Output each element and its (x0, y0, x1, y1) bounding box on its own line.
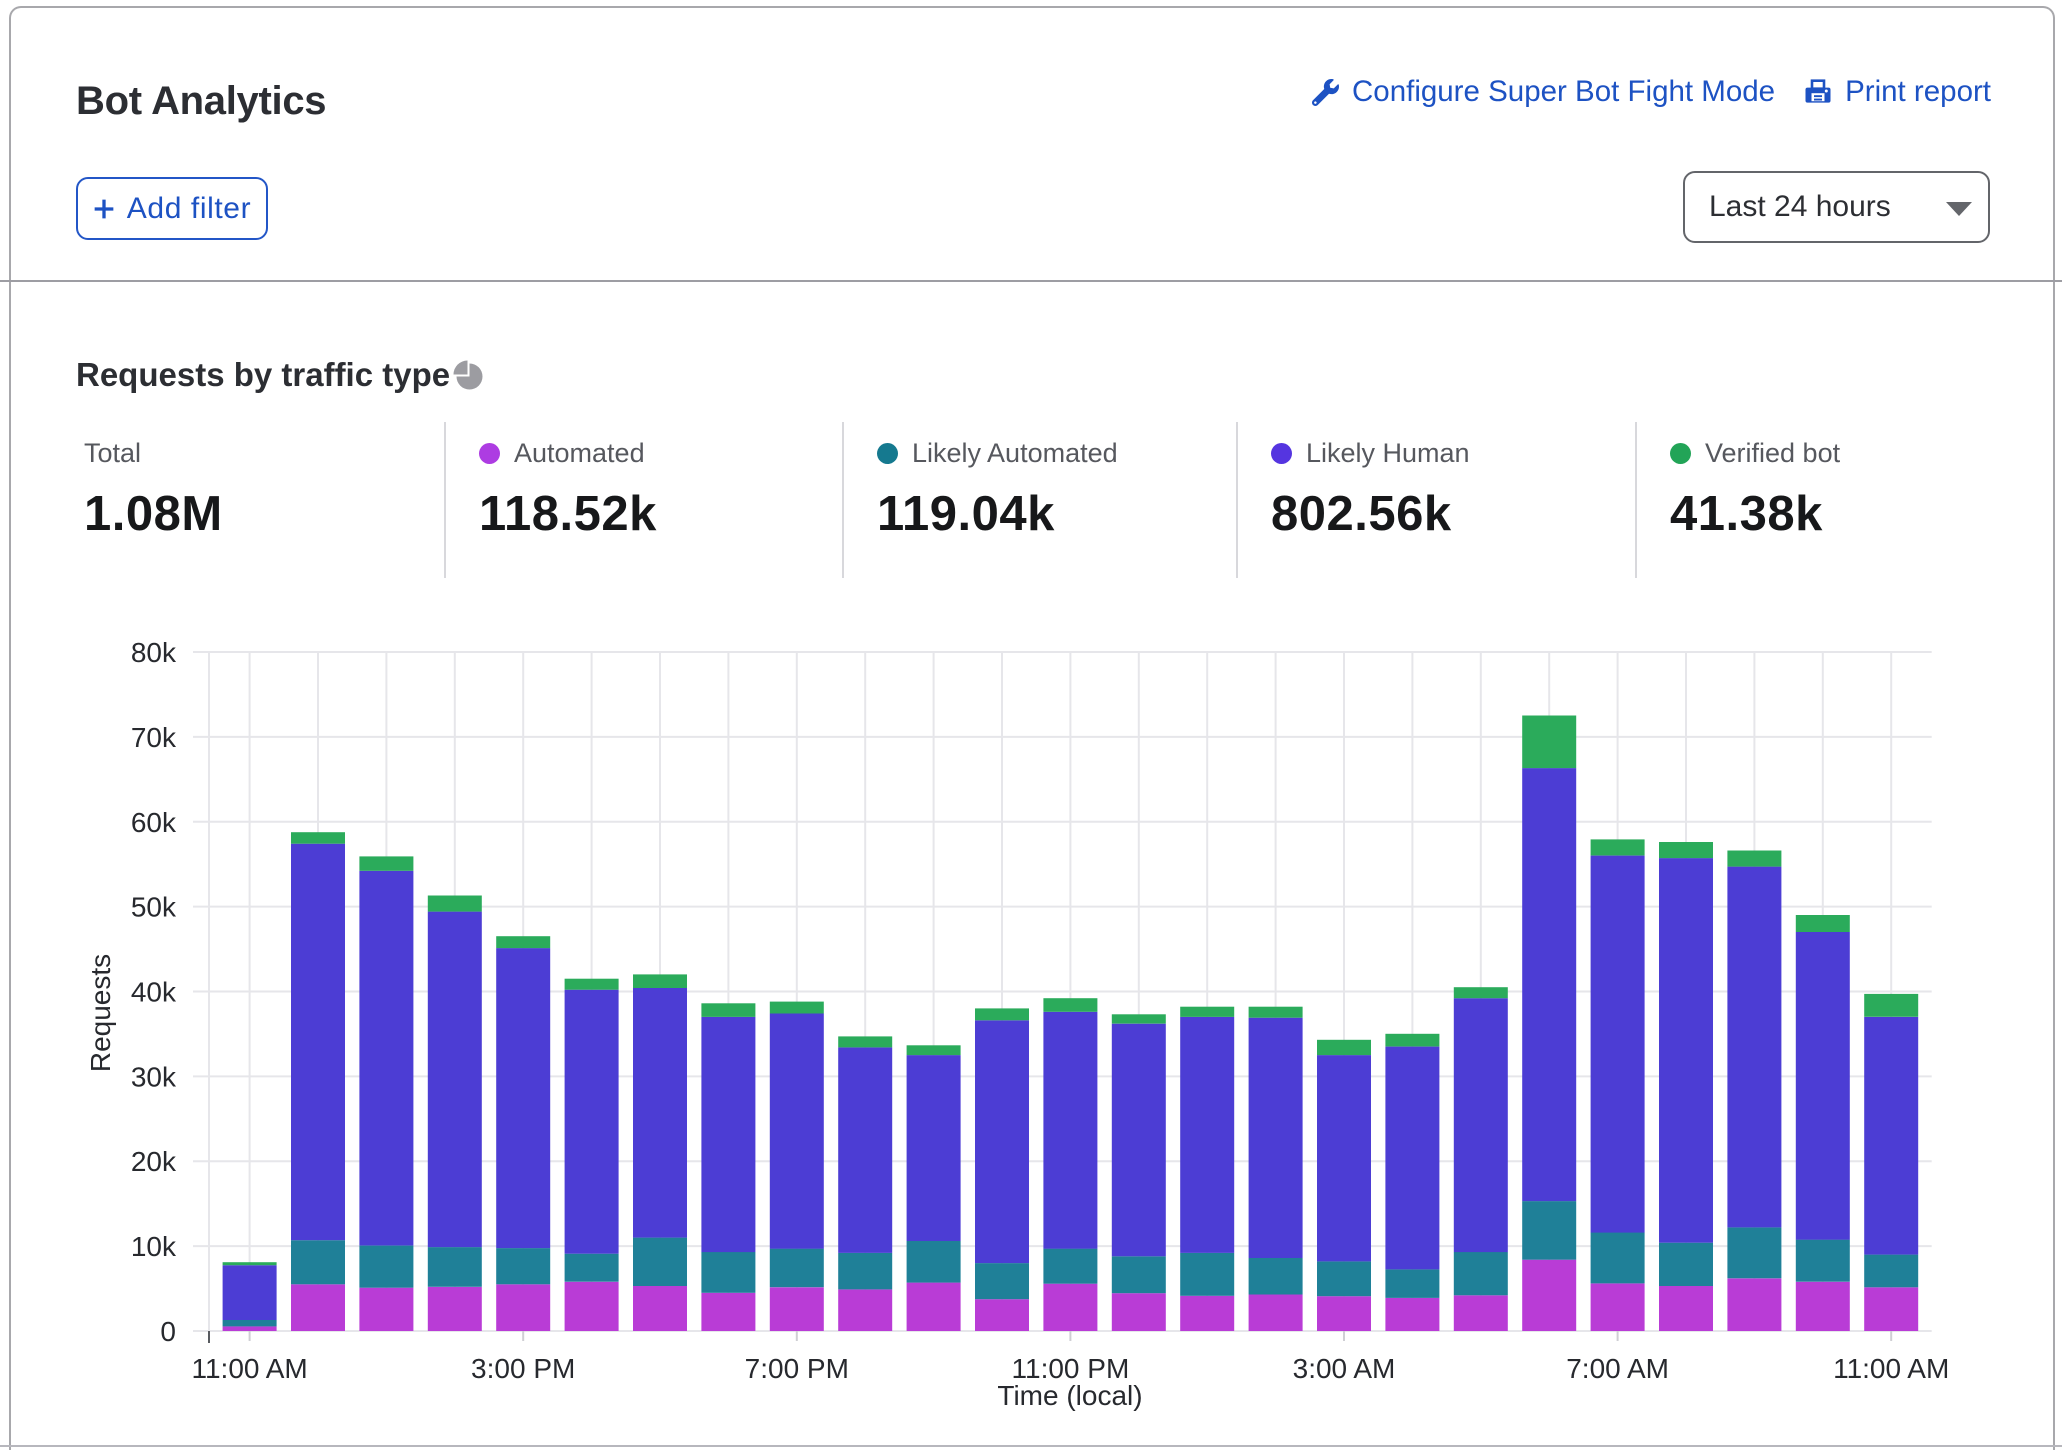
svg-text:7:00 PM: 7:00 PM (745, 1353, 849, 1384)
svg-text:3:00 PM: 3:00 PM (471, 1353, 575, 1384)
svg-text:11:00 AM: 11:00 AM (1833, 1353, 1949, 1384)
svg-text:60k: 60k (131, 807, 177, 838)
svg-text:50k: 50k (131, 892, 177, 923)
svg-text:40k: 40k (131, 977, 177, 1008)
svg-text:20k: 20k (131, 1146, 177, 1177)
svg-text:30k: 30k (131, 1061, 177, 1092)
svg-text:11:00 AM: 11:00 AM (191, 1353, 307, 1384)
svg-text:80k: 80k (131, 637, 177, 668)
svg-text:3:00 AM: 3:00 AM (1293, 1353, 1396, 1384)
svg-text:Time (local): Time (local) (997, 1380, 1142, 1411)
svg-text:70k: 70k (131, 722, 177, 753)
svg-text:10k: 10k (131, 1231, 177, 1262)
svg-text:Requests: Requests (85, 954, 116, 1072)
svg-text:7:00 AM: 7:00 AM (1566, 1353, 1669, 1384)
svg-text:0: 0 (160, 1316, 176, 1347)
